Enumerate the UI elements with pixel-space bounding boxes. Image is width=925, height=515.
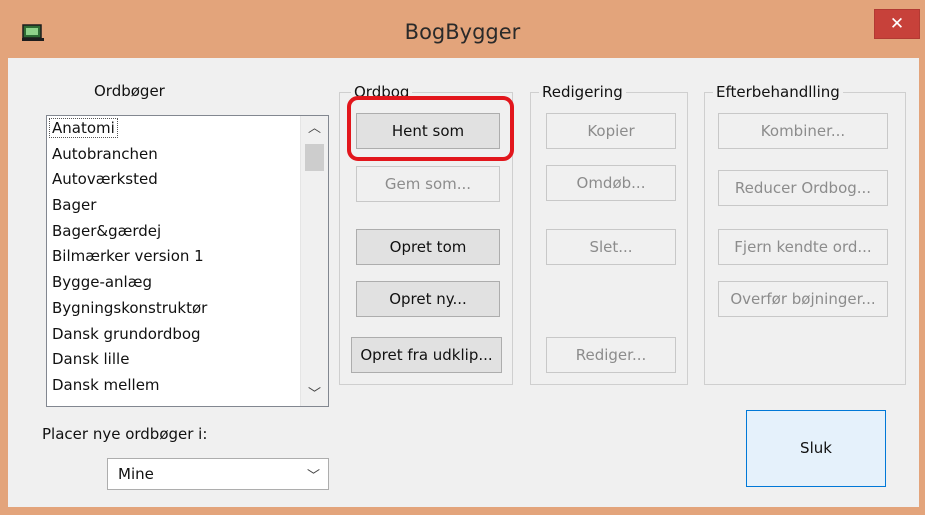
fjern-kendte-ord-button[interactable]: Fjern kendte ord...: [718, 229, 888, 265]
list-item-label: Autoværksted: [52, 170, 158, 189]
list-item[interactable]: Dansk lille: [47, 347, 298, 373]
scroll-down-icon[interactable]: ﹀: [301, 382, 328, 406]
list-item[interactable]: Bilmærker version 1: [47, 244, 298, 270]
opret-ny-button[interactable]: Opret ny...: [356, 281, 500, 317]
list-item-label: Autobranchen: [52, 144, 158, 163]
kopier-button[interactable]: Kopier: [546, 113, 676, 149]
window-title: BogBygger: [404, 20, 521, 44]
list-scrollbar[interactable]: ︿ ﹀: [300, 116, 328, 406]
group-efterbehandlling-label: Efterbehandlling: [713, 83, 843, 101]
scroll-thumb[interactable]: [305, 144, 324, 171]
opret-tom-button[interactable]: Opret tom: [356, 229, 500, 265]
highlight-annotation: [347, 96, 514, 161]
kombiner-button[interactable]: Kombiner...: [718, 113, 888, 149]
chevron-down-icon: ﹀: [306, 468, 320, 483]
list-item-label: Dansk lille: [52, 350, 130, 369]
overfor-bojninger-button[interactable]: Overfør bøjninger...: [718, 281, 888, 317]
gem-som-button[interactable]: Gem som...: [356, 166, 500, 202]
list-item[interactable]: Autoværksted: [47, 167, 298, 193]
scroll-up-icon[interactable]: ︿: [301, 116, 328, 140]
dictionary-list[interactable]: Anatomi Autobranchen Autoværksted Bager Bage…: [46, 115, 329, 407]
list-item-label: Anatomi: [49, 118, 118, 138]
placement-value: Mine: [118, 465, 154, 483]
list-item[interactable]: Dansk mellem: [47, 373, 298, 399]
reducer-ordbog-button[interactable]: Reducer Ordbog...: [718, 170, 888, 206]
list-item[interactable]: Autobranchen: [47, 142, 298, 168]
list-item-label: Bygge-anlæg: [52, 273, 152, 292]
sluk-button[interactable]: Sluk: [746, 410, 886, 487]
list-item[interactable]: Dansk grundordbog: [47, 322, 298, 348]
rediger-button[interactable]: Rediger...: [546, 337, 676, 373]
list-item-label: Dansk grundordbog: [52, 324, 201, 343]
list-item-label: Bilmærker version 1: [52, 247, 204, 266]
list-item-label: Dansk mellem: [52, 375, 160, 394]
group-redigering-label: Redigering: [539, 83, 626, 101]
omdob-button[interactable]: Omdøb...: [546, 165, 676, 201]
dictionaries-label: Ordbøger: [94, 82, 165, 100]
placement-label: Placer nye ordbøger i:: [42, 425, 208, 443]
list-item[interactable]: Bager&gærdej: [47, 219, 298, 245]
list-item[interactable]: Anatomi: [47, 116, 298, 142]
placement-dropdown[interactable]: Mine ﹀: [107, 458, 329, 490]
list-item-label: Bager: [52, 196, 97, 215]
close-button[interactable]: ✕: [874, 9, 920, 39]
slet-button[interactable]: Slet...: [546, 229, 676, 265]
list-item-label: Bygningskonstruktør: [52, 298, 208, 317]
bogbygger-window: BogBygger ✕ Ordbøger Anatomi Autobranchen…: [0, 0, 925, 515]
list-item[interactable]: Bager: [47, 193, 298, 219]
opret-fra-udklip-button[interactable]: Opret fra udklip...: [351, 337, 502, 373]
list-item-label: Bager&gærdej: [52, 221, 162, 240]
list-item[interactable]: Bygningskonstruktør: [47, 296, 298, 322]
title-bar[interactable]: BogBygger ✕: [0, 0, 925, 58]
list-item[interactable]: Bygge-anlæg: [47, 270, 298, 296]
